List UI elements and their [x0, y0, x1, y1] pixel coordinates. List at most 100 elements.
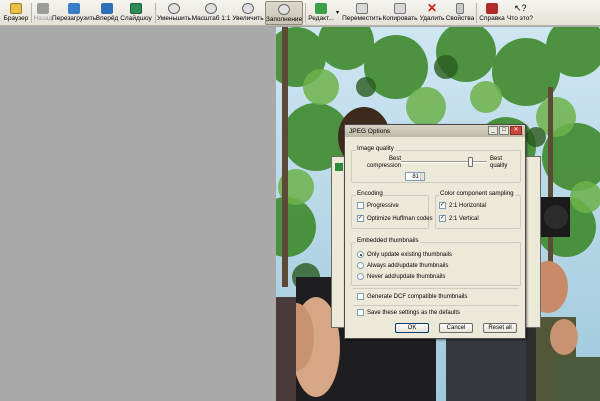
- edit-icon: [315, 3, 327, 14]
- folder-icon: [10, 3, 22, 14]
- forward-label: Вперёд: [95, 15, 119, 22]
- never-add-label: Never add/update thumbnails: [367, 273, 446, 280]
- optimize-huffman-checkbox[interactable]: ✓ Optimize Huffman codes: [357, 215, 433, 222]
- edit-button[interactable]: Редакт...: [308, 1, 334, 25]
- toolbar: Браузер Назад Перезагрузить Вперёд Слайд…: [0, 0, 600, 26]
- delete-label: Удалить: [419, 15, 445, 22]
- best-quality-label: Best quality: [490, 156, 508, 169]
- properties-button[interactable]: Свойства: [446, 1, 474, 25]
- cancel-label: Cancel: [446, 325, 466, 331]
- vertical-sampling-checkbox[interactable]: ✓ 2:1 Vertical: [439, 215, 479, 222]
- never-add-radio-dot[interactable]: [357, 273, 364, 280]
- dcf-label: Generate DCF compatible thumbnails: [367, 293, 468, 300]
- dialog-title: JPEG Options: [349, 127, 391, 135]
- close-icon[interactable]: ✕: [510, 126, 522, 135]
- reset-all-label: Reset all: [488, 325, 512, 331]
- divider: [353, 288, 519, 289]
- browser-button[interactable]: Браузер: [3, 1, 29, 25]
- copy-button[interactable]: Копировать: [382, 1, 418, 25]
- reload-label: Перезагрузить: [51, 15, 97, 22]
- copy-label: Копировать: [382, 15, 418, 22]
- move-label: Переместить: [342, 15, 382, 22]
- zoom-in-button[interactable]: Увеличить: [231, 1, 265, 25]
- back-icon: [37, 3, 49, 14]
- fill-button[interactable]: Заполнение: [265, 1, 303, 25]
- ok-label: OK: [407, 325, 417, 331]
- slideshow-button[interactable]: Слайдшоу: [120, 1, 152, 25]
- properties-label: Свойства: [445, 15, 475, 22]
- reload-icon: [68, 3, 80, 14]
- zoom-in-label: Увеличить: [232, 15, 264, 22]
- minimize-icon[interactable]: _: [488, 126, 498, 135]
- encoding-group: [351, 195, 429, 229]
- forward-icon: [101, 3, 113, 14]
- zoom-out-button[interactable]: Уменьшить: [157, 1, 191, 25]
- horizontal-sampling-box[interactable]: ✓: [439, 202, 446, 209]
- always-add-radio-dot[interactable]: [357, 262, 364, 269]
- jpeg-options-dialog: JPEG Options _ □ ✕ Image quality Best co…: [344, 124, 526, 339]
- dcf-box[interactable]: [357, 293, 364, 300]
- encoding-title: Encoding: [356, 190, 384, 197]
- whats-this-label: Что это?: [507, 15, 533, 22]
- only-update-radio-dot[interactable]: [357, 251, 364, 258]
- spin-arrows-icon[interactable]: [420, 173, 424, 180]
- move-button[interactable]: Переместить: [342, 1, 382, 25]
- back-button[interactable]: Назад: [33, 1, 53, 25]
- vertical-sampling-box[interactable]: ✓: [439, 215, 446, 222]
- always-add-radio[interactable]: Always add/update thumbnails: [357, 262, 448, 269]
- reload-button[interactable]: Перезагрузить: [51, 1, 97, 25]
- help-button[interactable]: Справка: [479, 1, 505, 25]
- edit-dropdown-arrow-icon[interactable]: ▾: [336, 9, 339, 16]
- delete-button[interactable]: ✕ Удалить: [419, 1, 445, 25]
- ok-button[interactable]: OK: [395, 323, 429, 333]
- image-quality-title: Image quality: [356, 145, 395, 152]
- reset-all-button[interactable]: Reset all: [483, 323, 517, 333]
- zoom-in-icon: [242, 3, 254, 14]
- zoom-out-label: Уменьшить: [156, 15, 192, 22]
- browser-label: Браузер: [3, 15, 29, 22]
- dialog-titlebar[interactable]: JPEG Options _ □ ✕: [345, 125, 525, 137]
- progressive-box[interactable]: [357, 202, 364, 209]
- quality-slider-track[interactable]: [401, 161, 487, 163]
- only-update-radio[interactable]: Only update existing thumbnails: [357, 251, 452, 258]
- help-label: Справка: [479, 15, 505, 22]
- quality-spinbox[interactable]: 81: [405, 172, 425, 181]
- slideshow-icon: [130, 3, 142, 14]
- vertical-sampling-label: 2:1 Vertical: [449, 215, 479, 222]
- divider-2: [353, 305, 519, 306]
- dcf-checkbox[interactable]: Generate DCF compatible thumbnails: [357, 293, 467, 300]
- app-icon: [335, 163, 343, 171]
- fill-label: Заполнение: [265, 16, 303, 23]
- cancel-button[interactable]: Cancel: [439, 323, 473, 333]
- never-add-radio[interactable]: Never add/update thumbnails: [357, 273, 445, 280]
- progressive-checkbox[interactable]: Progressive: [357, 202, 399, 209]
- quality-slider-thumb[interactable]: [468, 157, 474, 167]
- slideshow-label: Слайдшоу: [120, 15, 152, 22]
- magnifier-icon: [205, 3, 217, 14]
- save-defaults-checkbox[interactable]: Save these settings as the defaults: [357, 309, 460, 316]
- optimize-huffman-box[interactable]: ✓: [357, 215, 364, 222]
- forward-button[interactable]: Вперёд: [96, 1, 118, 25]
- help-book-icon: [486, 3, 498, 14]
- optimize-huffman-label: Optimize Huffman codes: [367, 215, 433, 222]
- whats-this-icon: ↖?: [514, 3, 527, 13]
- horizontal-sampling-checkbox[interactable]: ✓ 2:1 Horizontal: [439, 202, 486, 209]
- always-add-label: Always add/update thumbnails: [367, 262, 449, 269]
- back-label: Назад: [33, 15, 53, 22]
- save-defaults-box[interactable]: [357, 309, 364, 316]
- color-sampling-title: Color component sampling: [439, 190, 515, 197]
- move-icon: [356, 3, 368, 14]
- thumbnails-title: Embedded thumbnails: [356, 237, 420, 244]
- save-defaults-label: Save these settings as the defaults: [367, 309, 461, 316]
- horizontal-sampling-label: 2:1 Horizontal: [449, 202, 487, 209]
- delete-x-icon: ✕: [426, 1, 438, 15]
- scale-label: Масштаб 1:1: [191, 15, 231, 22]
- edit-label: Редакт...: [308, 15, 334, 22]
- color-sampling-group: [435, 195, 521, 229]
- maximize-icon[interactable]: □: [499, 126, 509, 135]
- copy-icon: [394, 3, 406, 14]
- scale-button[interactable]: Масштаб 1:1: [191, 1, 231, 25]
- whats-this-button[interactable]: ↖? Что это?: [507, 1, 533, 25]
- only-update-label: Only update existing thumbnails: [367, 251, 453, 258]
- quality-value: 81: [412, 173, 419, 180]
